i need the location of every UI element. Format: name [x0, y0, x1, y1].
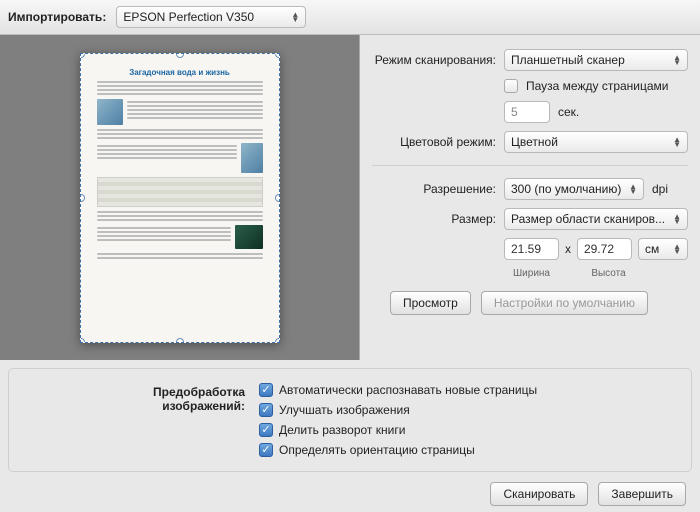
checkbox[interactable]: ✓ — [259, 403, 273, 417]
pause-label: Пауза между страницами — [526, 79, 669, 93]
updown-icon: ▲▼ — [673, 214, 681, 224]
doc-thumb — [97, 99, 123, 125]
checkbox[interactable]: ✓ — [259, 443, 273, 457]
import-label: Импортировать: — [8, 10, 106, 24]
finish-button[interactable]: Завершить — [598, 482, 686, 506]
crop-handle[interactable] — [275, 53, 280, 58]
crop-handle[interactable] — [80, 338, 85, 343]
updown-icon: ▲▼ — [629, 184, 637, 194]
resolution-label: Разрешение: — [372, 182, 496, 196]
unit-select[interactable]: см ▲▼ — [638, 238, 688, 260]
option-label: Улучшать изображения — [279, 403, 410, 417]
preview-button[interactable]: Просмотр — [390, 291, 471, 315]
pause-seconds-input[interactable]: 5 — [504, 101, 550, 123]
resolution-unit: dpi — [652, 182, 668, 196]
color-mode-select[interactable]: Цветной ▲▼ — [504, 131, 688, 153]
width-caption: Ширина — [504, 268, 559, 279]
option-label: Определять ориентацию страницы — [279, 443, 475, 457]
height-caption: Высота — [581, 268, 636, 279]
updown-icon: ▲▼ — [291, 12, 299, 22]
checkbox[interactable]: ✓ — [259, 383, 273, 397]
preprocess-option: ✓ Улучшать изображения — [259, 403, 537, 417]
height-input[interactable]: 29.72 — [577, 238, 632, 260]
doc-thumb — [241, 143, 263, 173]
scanner-select[interactable]: EPSON Perfection V350 ▲▼ — [116, 6, 306, 28]
scan-mode-select[interactable]: Планшетный сканер ▲▼ — [504, 49, 688, 71]
top-toolbar: Импортировать: EPSON Perfection V350 ▲▼ — [0, 0, 700, 35]
doc-title: Загадочная вода и жизнь — [97, 68, 263, 77]
crop-handle[interactable] — [80, 53, 85, 58]
option-label: Автоматически распознавать новые страниц… — [279, 383, 537, 397]
pause-unit: сек. — [558, 105, 579, 119]
crop-handle[interactable] — [80, 194, 85, 202]
preview-pane: Загадочная вода и жизнь — [0, 35, 360, 360]
preprocess-option: ✓ Автоматически распознавать новые страни… — [259, 383, 537, 397]
defaults-button[interactable]: Настройки по умолчанию — [481, 291, 648, 315]
pause-checkbox[interactable] — [504, 79, 518, 93]
scanner-value: EPSON Perfection V350 — [123, 10, 254, 24]
width-input[interactable]: 21.59 — [504, 238, 559, 260]
updown-icon: ▲▼ — [673, 55, 681, 65]
preprocess-option: ✓ Определять ориентацию страницы — [259, 443, 537, 457]
resolution-select[interactable]: 300 (по умолчанию) ▲▼ — [504, 178, 644, 200]
size-label: Размер: — [372, 212, 496, 226]
option-label: Делить разворот книги — [279, 423, 405, 437]
doc-table — [97, 177, 263, 207]
crop-handle[interactable] — [176, 338, 184, 343]
color-mode-label: Цветовой режим: — [372, 135, 496, 149]
updown-icon: ▲▼ — [673, 244, 681, 254]
crop-handle[interactable] — [176, 53, 184, 58]
crop-handle[interactable] — [275, 338, 280, 343]
preprocess-option: ✓ Делить разворот книги — [259, 423, 537, 437]
preprocess-label: Предобработкаизображений: — [25, 383, 245, 457]
updown-icon: ▲▼ — [673, 137, 681, 147]
scan-mode-label: Режим сканирования: — [372, 53, 496, 67]
scan-preview[interactable]: Загадочная вода и жизнь — [80, 53, 280, 343]
checkbox[interactable]: ✓ — [259, 423, 273, 437]
size-select[interactable]: Размер области сканиров... ▲▼ — [504, 208, 688, 230]
crop-handle[interactable] — [275, 194, 280, 202]
times-label: x — [565, 242, 571, 256]
footer: Сканировать Завершить — [0, 472, 700, 506]
scan-button[interactable]: Сканировать — [490, 482, 588, 506]
preprocess-panel: Предобработкаизображений: ✓ Автоматически… — [8, 368, 692, 472]
doc-thumb — [235, 225, 263, 249]
settings-pane: Режим сканирования: Планшетный сканер ▲▼… — [360, 35, 700, 360]
